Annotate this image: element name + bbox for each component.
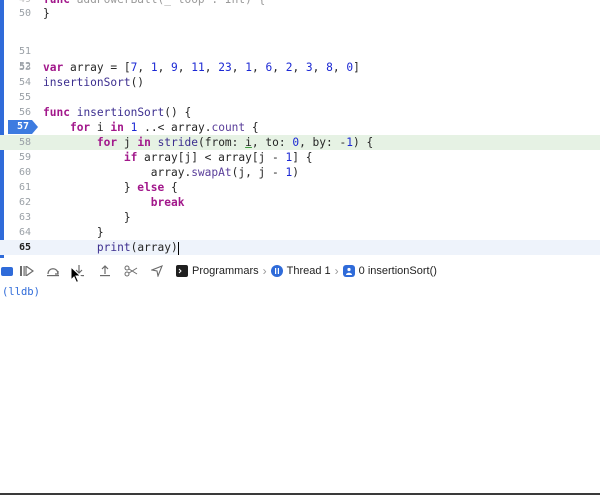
code-line: 62 break	[0, 195, 600, 210]
debug-memory-graph-button[interactable]	[118, 262, 144, 280]
line-number: 60	[18, 167, 31, 178]
code-editor[interactable]: 49 func addPowerBall(_ loop : Int) { 50 …	[0, 0, 600, 258]
line-code: insertionSort()	[43, 76, 145, 89]
line-code: break	[150, 196, 185, 209]
line-code: if array[j] < array[j - 1] {	[123, 151, 313, 164]
hide-debug-area-button[interactable]	[0, 262, 14, 280]
line-number: 54	[18, 77, 31, 88]
breakpoint-marker[interactable]: 57	[8, 120, 38, 134]
breadcrumb-frame[interactable]: 0 insertionSort()	[359, 265, 437, 277]
line-code: print(array)	[96, 241, 179, 255]
code-line: 50 }	[0, 6, 600, 21]
debug-area-icon	[1, 266, 13, 276]
code-line: 53 var array = [7, 1, 9, 11, 23, 1, 6, 2…	[0, 60, 600, 75]
breadcrumb: Programmars › Thread 1 › 0 insertionSort…	[176, 264, 437, 278]
simulate-location-button[interactable]	[144, 262, 170, 280]
thread-icon	[270, 265, 283, 277]
line-code: for j in stride(from: i, to: 0, by: -1) …	[96, 136, 374, 149]
line-code: var array = [7, 1, 9, 11, 23, 1, 6, 2, 3…	[43, 61, 360, 74]
step-over-button[interactable]	[40, 262, 66, 280]
chevron-right-icon: ›	[334, 264, 339, 278]
debug-console[interactable]: (lldb)	[0, 282, 600, 493]
line-number: 64	[18, 227, 31, 238]
line-number: 62	[18, 197, 31, 208]
chevron-right-icon: ›	[262, 264, 267, 278]
line-number: 65	[18, 242, 31, 253]
code-line: 51	[0, 44, 600, 59]
code-line: 55	[0, 90, 600, 105]
memory-graph-icon	[124, 265, 138, 277]
step-out-icon	[100, 265, 110, 277]
line-code: }	[43, 211, 131, 224]
line-number: 53	[18, 62, 31, 73]
code-line: 63 }	[0, 210, 600, 225]
continue-button[interactable]	[14, 262, 40, 280]
line-number: 59	[18, 152, 31, 163]
code-line-highlighted: 58 for j in stride(from: i, to: 0, by: -…	[0, 135, 600, 150]
line-code: }	[43, 226, 104, 239]
code-line: 60 array.swapAt(j, j - 1)	[0, 165, 600, 180]
mouse-pointer-icon	[70, 266, 82, 284]
line-number: 61	[18, 182, 31, 193]
code-line: 59 if array[j] < array[j - 1] {	[0, 150, 600, 165]
line-code: for i in 1 ..< array.count {	[69, 121, 259, 134]
line-number: 56	[18, 107, 31, 118]
stack-frame-icon	[342, 265, 355, 277]
terminal-icon	[176, 265, 188, 277]
step-over-icon	[47, 268, 59, 277]
line-code: }	[43, 7, 50, 20]
location-arrow-icon	[151, 265, 163, 277]
code-line: 57 for i in 1 ..< array.count {	[0, 120, 600, 135]
code-line: 61 } else {	[0, 180, 600, 195]
line-number: 58	[18, 137, 31, 148]
lldb-prompt: (lldb)	[2, 286, 40, 298]
line-code: func insertionSort() {	[43, 106, 192, 119]
code-line-current: 65 print(array)	[0, 240, 600, 255]
continue-icon	[20, 266, 34, 276]
text-caret	[177, 241, 179, 255]
code-line: 54 insertionSort()	[0, 75, 600, 90]
line-number: 51	[18, 46, 31, 57]
line-code: } else {	[43, 181, 178, 194]
line-code: array.swapAt(j, j - 1)	[43, 166, 299, 179]
breadcrumb-thread[interactable]: Thread 1	[287, 265, 331, 277]
code-line: 64 }	[0, 225, 600, 240]
code-line: 56 func insertionSort() {	[0, 105, 600, 120]
breadcrumb-project[interactable]: Programmars	[192, 265, 259, 277]
line-number: 63	[18, 212, 31, 223]
line-number: 50	[18, 8, 31, 19]
step-out-button[interactable]	[92, 262, 118, 280]
debug-toolbar: Programmars › Thread 1 › 0 insertionSort…	[0, 262, 600, 280]
line-number: 55	[18, 92, 31, 103]
